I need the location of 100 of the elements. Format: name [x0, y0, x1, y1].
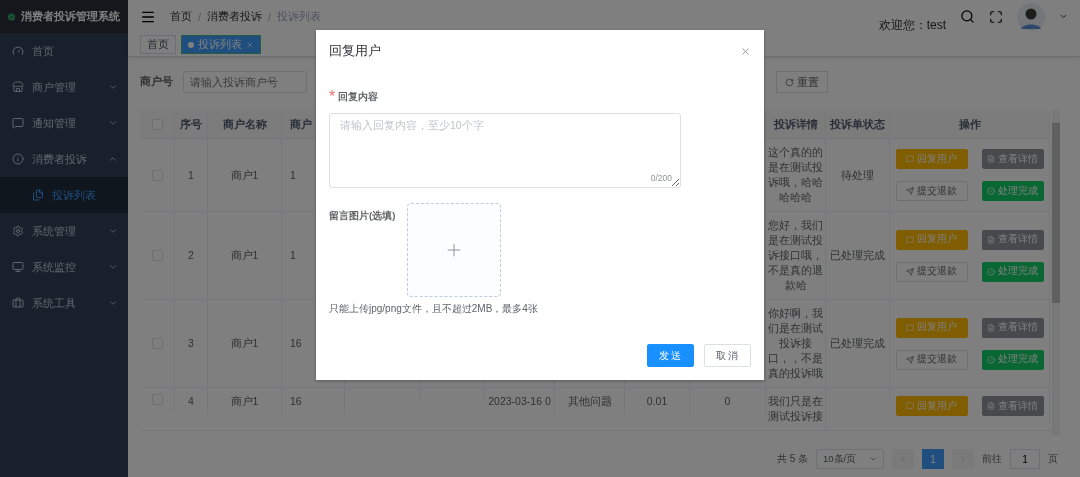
- chevron-down-icon: [108, 226, 118, 236]
- scrollbar[interactable]: [1052, 111, 1060, 435]
- table-cell: 0: [724, 394, 731, 409]
- column-header: 投诉详情: [773, 117, 818, 132]
- field-label: 留言图片(选填): [329, 210, 396, 223]
- table-cell: 1: [290, 248, 296, 263]
- table-cell: 4: [188, 394, 194, 409]
- document-icon: [987, 402, 995, 410]
- table-cell: 待处理: [841, 167, 874, 183]
- page-suffix: 页: [1048, 452, 1058, 466]
- breadcrumb-link[interactable]: 消费者投诉: [206, 9, 262, 24]
- chat-icon: [906, 402, 914, 410]
- send-button[interactable]: 发送: [647, 344, 694, 367]
- chat-icon: [12, 117, 24, 129]
- column-header: 商户: [290, 117, 312, 132]
- sidebar-item[interactable]: 投诉列表: [0, 177, 128, 213]
- required-mark: *: [329, 88, 336, 106]
- table-cell: 1: [188, 167, 194, 183]
- field-label: 商户号: [140, 75, 173, 89]
- breadcrumb-separator: /: [198, 10, 201, 23]
- action-button[interactable]: 回复用户: [895, 396, 968, 416]
- gear-icon: [12, 225, 24, 237]
- upload-hint: 只能上传jpg/png文件，且不超过2MB，最多4张: [329, 302, 539, 316]
- cancel-button[interactable]: 取消: [704, 344, 751, 367]
- table-cell: 我们只是在测试投诉接: [768, 394, 823, 424]
- action-button[interactable]: 提交退款: [895, 261, 968, 282]
- table-cell: 商户1: [230, 167, 259, 183]
- table-cell: 商户1: [230, 336, 259, 351]
- chat-icon: [906, 323, 914, 332]
- field-label: 回复内容: [338, 90, 379, 104]
- send-icon: [906, 355, 914, 364]
- send-icon: [906, 267, 914, 276]
- action-button[interactable]: 回复用户: [895, 229, 968, 250]
- dialog-title: 回复用户: [329, 42, 381, 60]
- table-cell: 其他问题: [567, 394, 612, 409]
- briefcase-icon: [12, 297, 24, 309]
- table-cell: 1: [290, 167, 296, 183]
- table-cell: 3: [188, 336, 194, 351]
- action-button[interactable]: 提交退款: [895, 349, 968, 370]
- document-icon: [987, 235, 995, 244]
- search-icon[interactable]: [960, 9, 975, 24]
- char-counter: 0/200: [650, 173, 672, 183]
- files-icon: [32, 189, 44, 201]
- chat-icon: [906, 155, 914, 163]
- fullscreen-icon[interactable]: [989, 9, 1003, 24]
- document-icon: [987, 323, 995, 332]
- table-cell: 商户1: [230, 394, 259, 409]
- check-circle-icon: [987, 187, 995, 195]
- caret-icon[interactable]: [1059, 12, 1068, 21]
- table-cell: 已处理完成: [830, 248, 885, 263]
- send-icon: [906, 187, 914, 195]
- sidebar-item[interactable]: 消费者投诉: [0, 141, 128, 177]
- goto-label: 前往: [982, 452, 1002, 466]
- page-input[interactable]: 1: [1010, 449, 1040, 469]
- action-button[interactable]: 处理完成: [981, 261, 1044, 282]
- table-cell: 0.01: [646, 394, 668, 409]
- store-icon: [12, 81, 24, 93]
- table-cell: 16: [290, 394, 302, 409]
- table-cell: 16: [290, 336, 302, 351]
- table-cell: 2023-03-16 0: [488, 394, 551, 409]
- chevron-down-icon: [108, 262, 118, 272]
- chevron-down-icon: [108, 118, 118, 128]
- document-icon: [987, 155, 995, 163]
- chevron-down-icon: [108, 82, 118, 92]
- chevron-up-icon: [108, 154, 118, 164]
- monitor-icon: [12, 261, 24, 273]
- table-cell: 这个真的的是在测试投诉哦，哈哈哈哈哈: [768, 145, 823, 205]
- breadcrumb-link[interactable]: 首页: [170, 9, 192, 24]
- gauge-icon: [12, 45, 24, 57]
- page-button[interactable]: 1: [922, 449, 944, 469]
- action-button[interactable]: 处理完成: [981, 349, 1044, 370]
- info-icon: [12, 153, 24, 165]
- reset-button[interactable]: 重置: [776, 71, 828, 93]
- refresh-icon: [785, 77, 794, 87]
- check-circle-icon: [987, 267, 995, 276]
- page-size-select[interactable]: 10条/页: [816, 449, 884, 469]
- chat-icon: [906, 235, 914, 244]
- column-header: 投诉单状态: [830, 117, 885, 132]
- action-button[interactable]: 处理完成: [981, 181, 1044, 201]
- close-button[interactable]: [740, 45, 751, 57]
- chevron-down-icon: [869, 455, 877, 463]
- table-cell: 2: [188, 248, 194, 263]
- close-icon[interactable]: [246, 40, 254, 49]
- breadcrumb-separator: /: [267, 10, 271, 23]
- column-header: 序号: [180, 117, 202, 132]
- avatar[interactable]: [1017, 2, 1045, 31]
- table-cell: 已处理完成: [830, 336, 885, 351]
- table-cell: 您好，我们是在测试投诉接口哦，不是真的退款哈: [768, 218, 823, 293]
- table-cell: 商户1: [230, 248, 259, 263]
- action-button[interactable]: 回复用户: [895, 149, 968, 169]
- page-tab[interactable]: 投诉列表: [181, 35, 261, 54]
- welcome-text: 欢迎您：test: [878, 17, 946, 34]
- table-cell: 你好啊，我们是在测试投诉接口，，不是真的投诉哦: [768, 306, 823, 381]
- image-upload[interactable]: [407, 203, 502, 297]
- action-button[interactable]: 回复用户: [895, 317, 968, 338]
- column-header: 操作: [958, 117, 981, 132]
- page-tab[interactable]: 首页: [140, 35, 176, 54]
- column-header: 商户名称: [222, 117, 267, 132]
- sidebar-item[interactable]: 首页: [0, 33, 128, 69]
- action-button[interactable]: 提交退款: [895, 181, 968, 201]
